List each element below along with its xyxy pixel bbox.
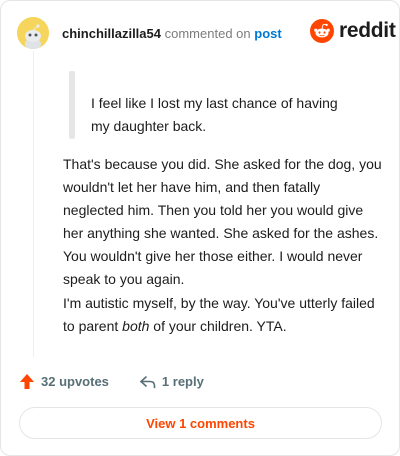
user-avatar[interactable] bbox=[17, 17, 49, 49]
comment-header: chinchillazilla54 commented on post bbox=[62, 26, 282, 42]
comment-paragraph-2: I'm autistic myself, by the way. You've … bbox=[63, 292, 383, 338]
upvote-count: 32 upvotes bbox=[41, 374, 109, 389]
upvote-arrow-icon bbox=[20, 374, 34, 389]
reddit-snoo-logo-icon bbox=[310, 19, 334, 43]
post-link[interactable]: post bbox=[254, 26, 281, 41]
paragraph-2-emphasis: both bbox=[122, 318, 150, 334]
reply-arrow-icon bbox=[140, 375, 156, 388]
reddit-wordmark: reddit bbox=[339, 19, 396, 42]
username[interactable]: chinchillazilla54 bbox=[62, 26, 161, 41]
quote-line-2: my daughter back. bbox=[91, 118, 207, 134]
comment-footer: 32 upvotes 1 reply bbox=[19, 373, 204, 390]
snoo-avatar-icon bbox=[17, 17, 49, 49]
reply-button[interactable]: 1 reply bbox=[139, 374, 204, 389]
action-text: commented on bbox=[164, 26, 251, 41]
blockquote: I feel like I lost my last chance of hav… bbox=[91, 92, 361, 138]
reply-count: 1 reply bbox=[161, 374, 204, 389]
comment-card: chinchillazilla54 commented on post redd… bbox=[0, 0, 400, 456]
quote-bar bbox=[69, 71, 75, 139]
comment-paragraph-1: That's because you did. She asked for th… bbox=[63, 156, 382, 287]
upvote-button[interactable]: 32 upvotes bbox=[19, 373, 109, 390]
reddit-logo[interactable]: reddit bbox=[310, 19, 396, 43]
paragraph-2-text-b: of your children. YTA. bbox=[149, 318, 287, 334]
view-comments-button[interactable]: View 1 comments bbox=[19, 407, 382, 439]
quote-line-1: I feel like I lost my last chance of hav… bbox=[91, 95, 338, 111]
thread-line bbox=[33, 51, 34, 357]
